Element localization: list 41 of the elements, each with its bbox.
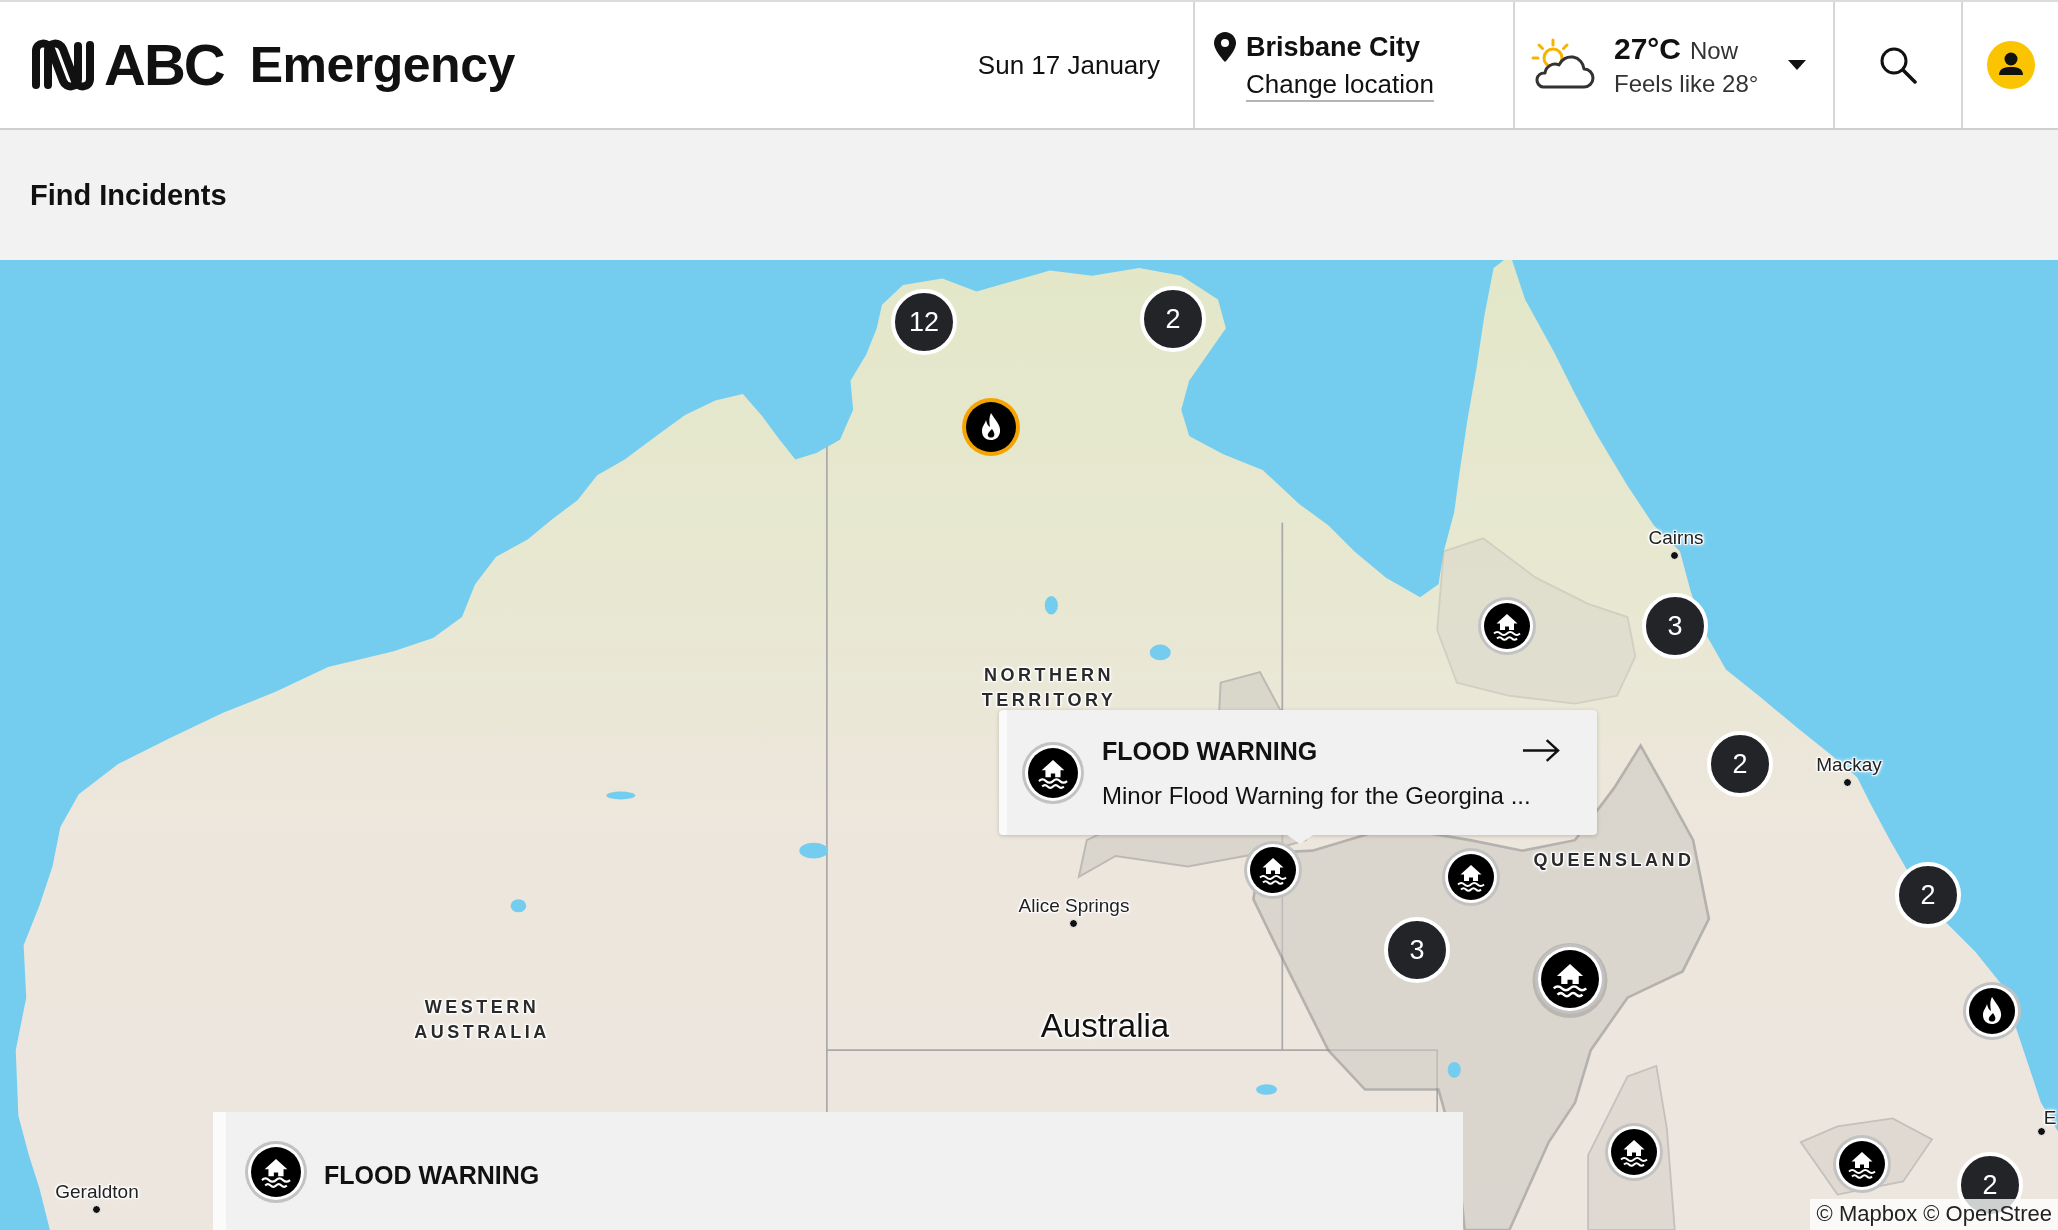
flame-icon[interactable]: [962, 398, 1020, 456]
town-dot-icon: [92, 1205, 101, 1214]
popup-description: Minor Flood Warning for the Georgina ...: [1102, 781, 1532, 810]
map-attribution: © Mapbox © OpenStree: [1809, 1199, 2058, 1230]
location-name: Brisbane City: [1246, 31, 1421, 63]
period-text: Now: [1690, 36, 1739, 66]
arrow-right-icon[interactable]: [1522, 738, 1560, 763]
flame-icon[interactable]: [1963, 982, 2021, 1040]
flooded-house-icon[interactable]: [1478, 597, 1536, 655]
town-dot-icon: [1069, 919, 1078, 928]
town-dot-icon: [2037, 1127, 2046, 1136]
region-label: NORTHERN TERRITORY: [981, 664, 1117, 712]
feels-like-text: Feels like 28°: [1614, 69, 1759, 99]
brand-name: ABC: [104, 33, 224, 97]
country-label: Australia: [1040, 1006, 1170, 1046]
abc-logo-icon: [30, 38, 96, 92]
flooded-house-icon: [1022, 741, 1084, 804]
account-icon[interactable]: [1986, 41, 2035, 89]
caret-icon[interactable]: [1788, 60, 1806, 70]
popup-title: FLOOD WARNING: [1102, 735, 1318, 766]
flooded-house-icon[interactable]: [1833, 1135, 1891, 1193]
location-pin-icon: [1214, 32, 1236, 62]
flooded-house-icon[interactable]: [1244, 841, 1302, 899]
app-title: Emergency: [249, 36, 515, 95]
date-text: Sun 17 January: [977, 49, 1160, 81]
town-dot-icon: [1670, 551, 1679, 560]
temperature-text: 27°C: [1614, 31, 1682, 67]
page-title: Find Incidents: [30, 178, 227, 213]
flooded-house-icon[interactable]: [1605, 1123, 1663, 1181]
incident-title: FLOOD WARNING: [324, 1160, 540, 1190]
flooded-house-icon[interactable]: [1531, 940, 1609, 1018]
town-dot-icon: [1843, 778, 1852, 787]
sun-cloud-icon: [1529, 38, 1597, 92]
change-location-link[interactable]: Change location: [1246, 69, 1434, 102]
region-label: QUEENSLAND: [1533, 848, 1695, 872]
town-label: Alice Springs: [1018, 895, 1130, 917]
flooded-house-icon: [245, 1141, 307, 1203]
town-label: Geraldton: [55, 1181, 139, 1203]
search-icon[interactable]: [1879, 46, 1917, 84]
region-label: WESTERN AUSTRALIA: [414, 996, 550, 1044]
flooded-house-icon[interactable]: [1442, 848, 1500, 906]
